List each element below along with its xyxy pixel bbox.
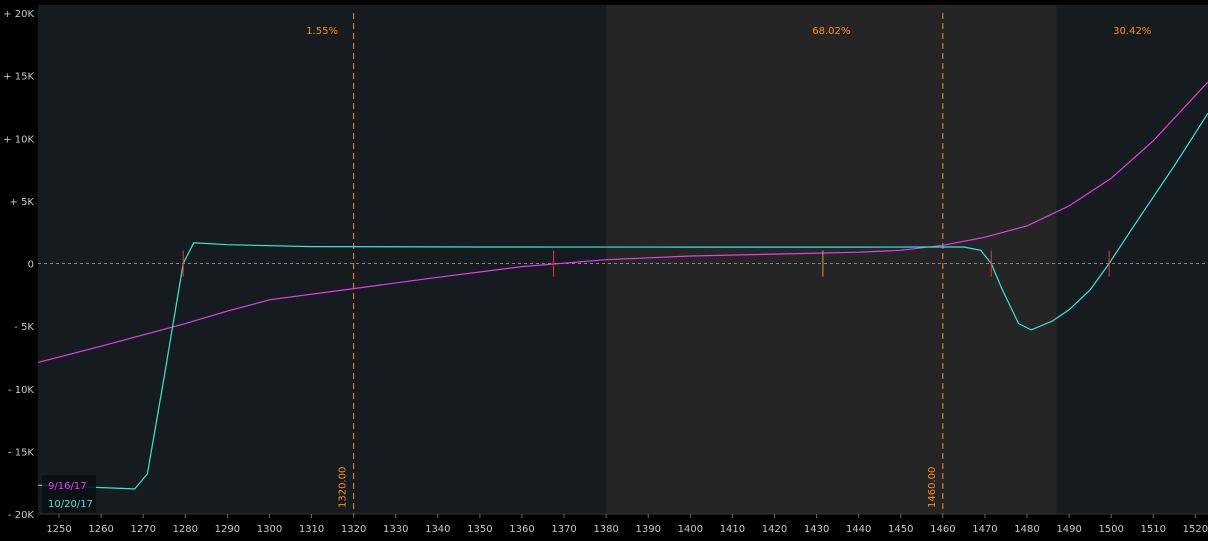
y-tick-label: 0 (28, 260, 34, 271)
y-tick-label: - 20K (8, 510, 35, 521)
y-axis: + 20K + 15K + 10K + 5K 0 - 5K - 10K - 15K - 20K (3, 9, 34, 521)
zone-probability-label: 1.55% (306, 26, 338, 37)
x-tick-label: 1470 (972, 524, 997, 535)
x-tick-label: 1490 (1056, 524, 1081, 535)
y-tick-label: + 15K (3, 72, 34, 83)
zone-0 (38, 5, 607, 514)
zone-probability-label: 68.02% (812, 26, 850, 37)
x-tick-label: 1460 (930, 524, 955, 535)
legend-entry: 9/16/17 (48, 481, 87, 492)
x-tick-label: 1480 (1014, 524, 1039, 535)
x-tick-label: 1270 (130, 524, 155, 535)
x-tick-label: 1280 (173, 524, 198, 535)
x-tick-label: 1440 (846, 524, 871, 535)
x-tick-label: 1340 (425, 524, 450, 535)
x-tick-label: 1400 (678, 524, 703, 535)
x-tick-label: 1330 (383, 524, 408, 535)
x-tick-label: 1390 (636, 524, 661, 535)
x-tick-label: 1360 (509, 524, 534, 535)
strike-label: 1320.00 (338, 467, 349, 508)
zone-2 (1056, 5, 1208, 514)
x-tick-label: 1430 (804, 524, 829, 535)
x-tick-label: 1300 (257, 524, 282, 535)
x-tick-label: 1370 (551, 524, 576, 535)
zone-probability-label: 30.42% (1113, 26, 1151, 37)
payoff-chart: 1.55% 68.02% 30.42% 1320.00 1460.00 + 20K + 1… (3, 5, 1208, 535)
y-tick-label: - 15K (8, 447, 35, 458)
y-tick-label: - 5K (14, 322, 34, 333)
y-tick-label: - 10K (8, 385, 35, 396)
x-tick-label: 1500 (1098, 524, 1123, 535)
x-tick-label: 1290 (215, 524, 240, 535)
legend: 9/16/17 10/20/17 (42, 475, 96, 513)
legend-entry: 10/20/17 (48, 499, 93, 510)
strike-label: 1460.00 (927, 467, 938, 508)
x-tick-label: 1410 (720, 524, 745, 535)
y-tick-label: + 10K (3, 134, 34, 145)
x-tick-label: 1260 (88, 524, 113, 535)
zone-1 (606, 5, 1057, 514)
y-tick-label: + 5K (10, 197, 35, 208)
x-tick-label: 1520 (1183, 524, 1208, 535)
x-tick-label: 1320 (341, 524, 366, 535)
y-tick-label: + 20K (3, 9, 34, 20)
x-tick-label: 1420 (762, 524, 787, 535)
x-tick-label: 1350 (467, 524, 492, 535)
x-tick-label: 1510 (1141, 524, 1166, 535)
x-axis: 1250 1260 1270 1280 1290 1300 1310 1320 1330 1340… (38, 513, 1208, 535)
x-tick-label: 1310 (299, 524, 324, 535)
x-tick-label: 1450 (888, 524, 913, 535)
x-tick-label: 1250 (46, 524, 71, 535)
x-tick-label: 1380 (593, 524, 618, 535)
